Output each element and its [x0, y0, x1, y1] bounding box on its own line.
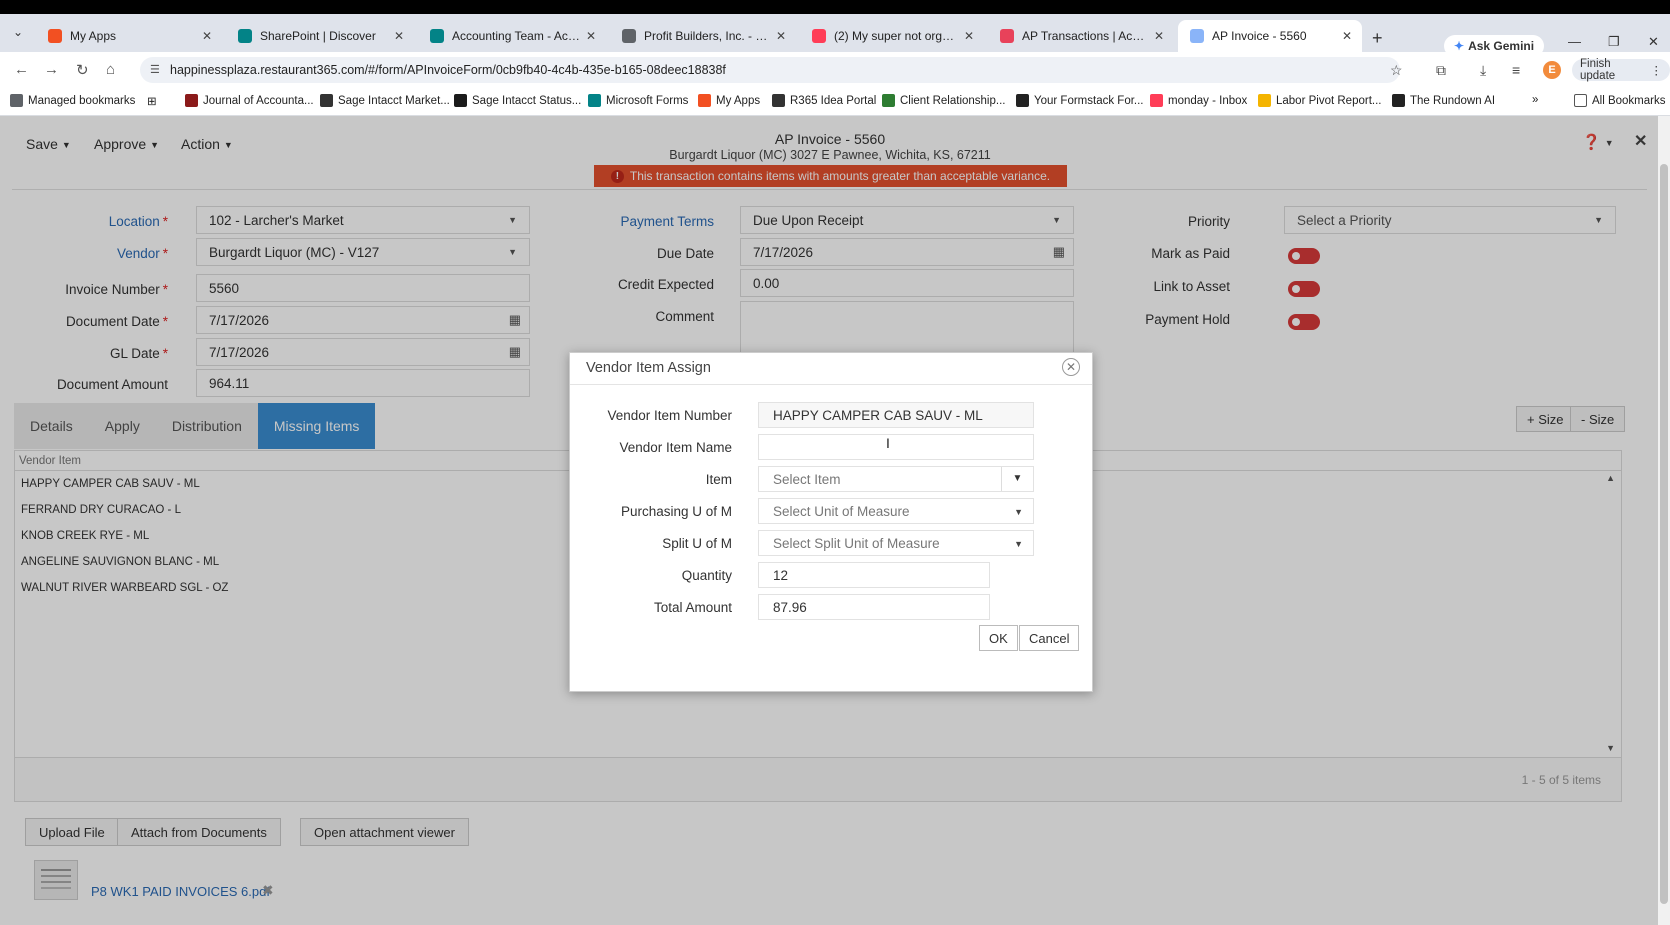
vendor-item-number-label: Vendor Item Number	[607, 408, 732, 423]
url-field[interactable]: ☰ happinessplaza.restaurant365.com/#/for…	[140, 57, 1400, 83]
total-amount-input[interactable]: 87.96	[758, 594, 990, 620]
close-tab-icon[interactable]: ✕	[202, 29, 212, 43]
browser-tab[interactable]: My Apps ✕	[36, 20, 222, 52]
tab-favicon-icon	[1000, 29, 1014, 43]
bookmark-item[interactable]: Sage Intacct Market...	[320, 94, 450, 107]
vendor-item-assign-dialog: Vendor Item Assign ✕ Vendor Item Number …	[569, 352, 1093, 692]
site-info-icon[interactable]: ☰	[150, 63, 160, 76]
caret-down-icon[interactable]: ▼	[1001, 467, 1033, 491]
bookmarks-bar: Managed bookmarks Journal of Accounta... S…	[0, 88, 1670, 116]
split-uom-label: Split U of M	[662, 536, 732, 551]
all-bookmarks[interactable]: All Bookmarks	[1574, 94, 1666, 107]
dialog-header: Vendor Item Assign ✕	[570, 353, 1092, 385]
purchasing-uom-label: Purchasing U of M	[620, 504, 732, 519]
item-label: Item	[705, 472, 732, 487]
total-amount-label: Total Amount	[653, 600, 732, 615]
bookmark-icon	[1258, 94, 1271, 107]
folder-icon	[1574, 94, 1587, 107]
bookmark-item[interactable]: Managed bookmarks	[10, 94, 135, 107]
address-bar-row: ← → ↻ ⌂ ☰ happinessplaza.restaurant365.c…	[0, 52, 1670, 88]
bookmark-item[interactable]: Client Relationship...	[882, 94, 1005, 107]
split-uom-select[interactable]: Select Split Unit of Measure ▼	[758, 530, 1034, 556]
media-icon[interactable]: ≡	[1512, 62, 1520, 78]
bookmark-item[interactable]: monday - Inbox	[1150, 94, 1247, 107]
page-scrollbar[interactable]	[1658, 116, 1670, 925]
close-dialog-icon[interactable]: ✕	[1062, 358, 1080, 376]
gemini-icon: ✦	[1454, 39, 1465, 53]
browser-tab[interactable]: AP Transactions | Accounts✕	[988, 20, 1174, 52]
bookmark-icon	[1392, 94, 1405, 107]
close-tab-icon[interactable]: ✕	[1342, 29, 1352, 43]
scrollbar-thumb[interactable]	[1660, 164, 1668, 904]
close-tab-icon[interactable]: ✕	[1154, 29, 1164, 43]
caret-down-icon: ▼	[1014, 539, 1023, 549]
tab-favicon-icon	[622, 29, 636, 43]
home-icon[interactable]: ⌂	[106, 61, 115, 78]
item-select[interactable]: Select Item ▼	[758, 466, 1034, 492]
caret-down-icon: ▼	[1014, 507, 1023, 517]
browser-tab[interactable]: Profit Builders, Inc. - My Tim✕	[610, 20, 796, 52]
browser-tab[interactable]: AP Invoice - 5560 ✕	[1178, 20, 1362, 52]
reload-icon[interactable]: ↻	[76, 61, 89, 79]
bookmark-item[interactable]: My Apps	[698, 94, 760, 107]
quantity-label: Quantity	[681, 568, 732, 583]
vendor-item-name-input[interactable]	[758, 434, 1034, 460]
bookmark-icon	[320, 94, 333, 107]
restore-icon[interactable]: ❐	[1608, 34, 1620, 50]
cancel-button[interactable]: Cancel	[1019, 625, 1080, 651]
bookmark-icon	[1150, 94, 1163, 107]
ok-button[interactable]: OK	[979, 625, 1018, 651]
bookmark-item[interactable]: Your Formstack For...	[1016, 94, 1144, 107]
bookmark-icon	[1016, 94, 1029, 107]
tab-favicon-icon	[430, 29, 444, 43]
bookmark-icon	[185, 94, 198, 107]
apps-grid-icon[interactable]: ⊞	[147, 94, 157, 108]
tab-search-icon[interactable]: ⌄	[8, 22, 28, 42]
bookmark-item[interactable]: Sage Intacct Status...	[454, 94, 581, 107]
browser-tab[interactable]: Accounting Team - Account✕	[418, 20, 606, 52]
bookmark-icon	[588, 94, 601, 107]
new-tab-icon[interactable]: +	[1372, 28, 1383, 49]
vendor-item-name-label: Vendor Item Name	[619, 440, 732, 455]
minimize-icon[interactable]: —	[1568, 34, 1581, 49]
chevron-right-icon[interactable]: »	[1532, 94, 1538, 106]
bookmark-icon	[10, 94, 23, 107]
bookmark-item[interactable]: Labor Pivot Report...	[1258, 94, 1381, 107]
bookmark-star-icon[interactable]: ☆	[1390, 62, 1403, 79]
download-icon[interactable]: ⤓	[1480, 62, 1486, 79]
back-icon[interactable]: ←	[14, 61, 29, 78]
dialog-title: Vendor Item Assign	[586, 360, 711, 376]
bookmark-icon	[772, 94, 785, 107]
bookmark-item[interactable]: The Rundown AI	[1392, 94, 1495, 107]
quantity-input[interactable]: 12	[758, 562, 990, 588]
bookmark-item[interactable]: Journal of Accounta...	[185, 94, 314, 107]
browser-tab-bar: ⌄ My Apps ✕ SharePoint | Discover ✕ Accounti…	[0, 14, 1670, 57]
purchasing-uom-select[interactable]: Select Unit of Measure ▼	[758, 498, 1034, 524]
close-tab-icon[interactable]: ✕	[394, 29, 404, 43]
close-tab-icon[interactable]: ✕	[586, 29, 596, 43]
tab-favicon-icon	[238, 29, 252, 43]
bookmark-item[interactable]: Microsoft Forms	[588, 94, 688, 107]
close-window-icon[interactable]: ✕	[1648, 34, 1659, 50]
bookmark-icon	[454, 94, 467, 107]
finish-update-button[interactable]: Finish update ⋮	[1572, 58, 1670, 82]
window-top-strip	[0, 0, 1670, 14]
bookmark-item[interactable]: R365 Idea Portal	[772, 94, 876, 107]
tab-favicon-icon	[48, 29, 62, 43]
browser-tab[interactable]: SharePoint | Discover ✕	[226, 20, 414, 52]
extensions-icon[interactable]: ⧉	[1436, 62, 1446, 79]
bookmark-icon	[698, 94, 711, 107]
tab-favicon-icon	[812, 29, 826, 43]
tab-favicon-icon	[1190, 29, 1204, 43]
close-tab-icon[interactable]: ✕	[964, 29, 974, 43]
browser-tab[interactable]: (2) My super not organized✕	[800, 20, 984, 52]
text-cursor-icon: I	[886, 435, 890, 451]
close-tab-icon[interactable]: ✕	[776, 29, 786, 43]
forward-icon[interactable]: →	[44, 61, 59, 78]
vendor-item-number-field: HAPPY CAMPER CAB SAUV - ML	[758, 402, 1034, 428]
bookmark-icon	[882, 94, 895, 107]
profile-avatar[interactable]: E	[1543, 61, 1561, 79]
